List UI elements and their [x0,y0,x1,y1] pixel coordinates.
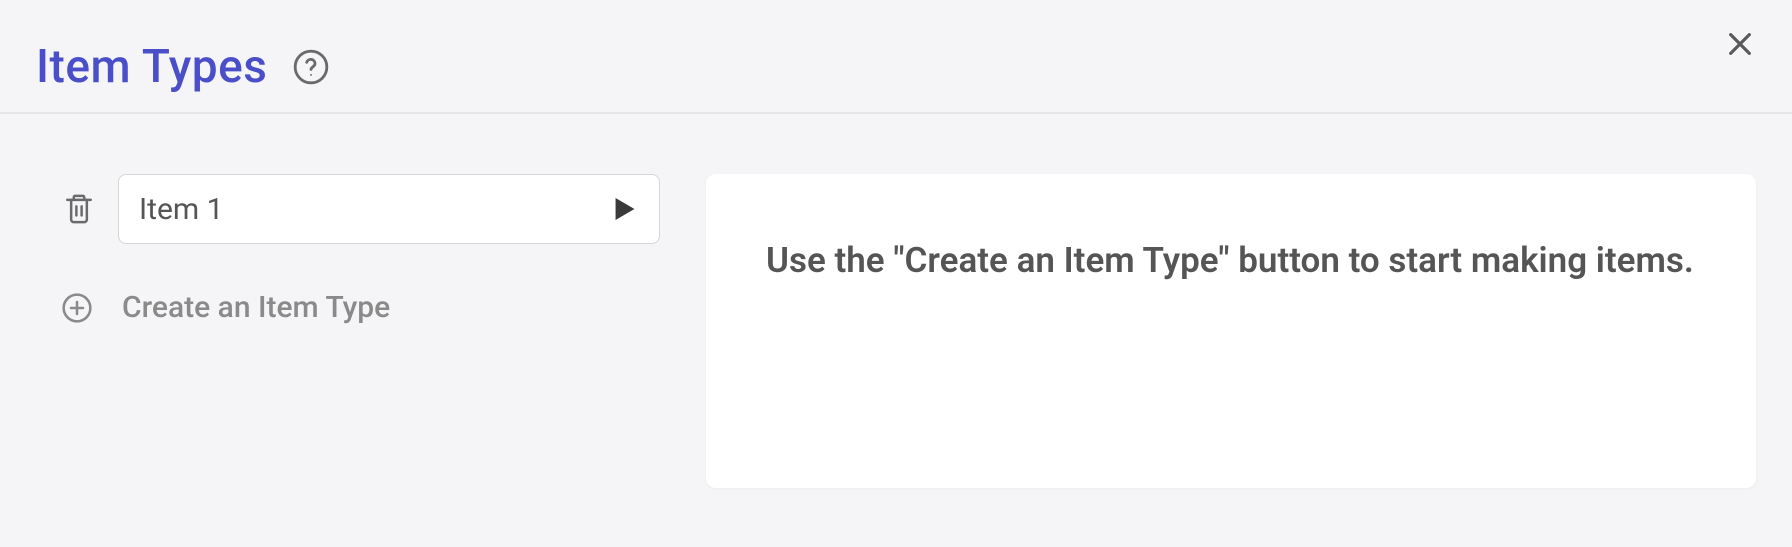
info-panel-text: Use the "Create an Item Type" button to … [766,234,1696,288]
help-button[interactable] [291,47,331,87]
close-icon [1724,28,1756,60]
close-button[interactable] [1720,24,1760,64]
item-row: Item 1 [60,174,660,244]
plus-icon-wrapper [60,291,94,325]
item-list-column: Item 1 Create an Item Type [60,174,660,325]
trash-icon [63,192,95,226]
item-select[interactable]: Item 1 [118,174,660,244]
header: Item Types [0,0,1792,114]
delete-item-button[interactable] [60,190,98,228]
content: Item 1 Create an Item Type Use the "Crea… [0,114,1792,488]
info-panel: Use the "Create an Item Type" button to … [706,174,1756,488]
create-item-type-button[interactable]: Create an Item Type [60,290,660,325]
triangle-right-icon [615,198,635,220]
item-label: Item 1 [139,192,224,227]
expand-icon-wrapper [615,198,635,220]
question-icon [292,48,330,86]
create-item-type-label: Create an Item Type [122,290,390,325]
plus-circle-icon [61,292,93,324]
page-title: Item Types [36,40,267,94]
